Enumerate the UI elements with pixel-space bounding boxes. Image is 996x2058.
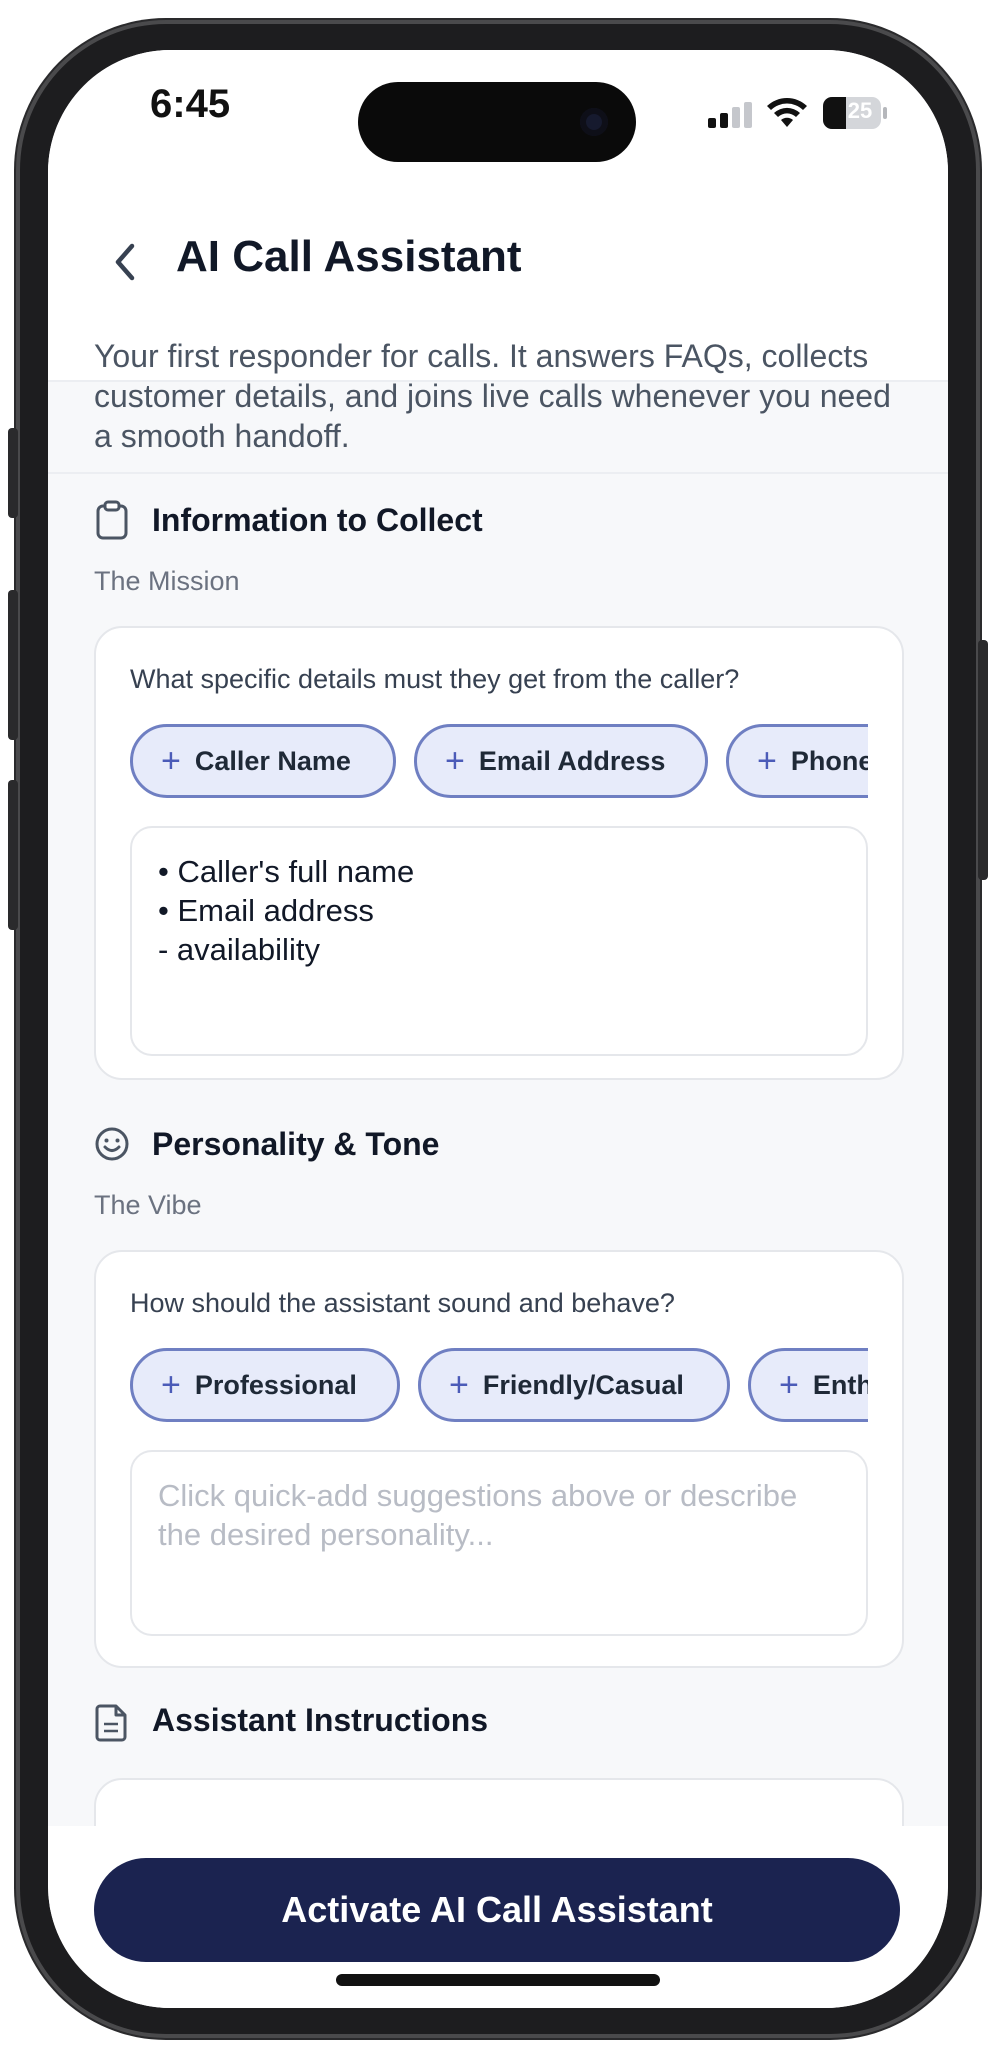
- bottom-action-bar: Activate AI Call Assistant: [48, 1826, 948, 2008]
- smiley-icon: [95, 1127, 129, 1161]
- chip-label: Professional: [194, 1369, 357, 1400]
- plus-icon: +: [449, 1365, 469, 1404]
- status-time: 6:45: [150, 82, 231, 126]
- info-suggestion-chips[interactable]: + Caller Name + Email Address + Phone: [130, 722, 868, 804]
- personality-section-subtitle: The Vibe: [94, 1190, 202, 1220]
- personality-prompt: How should the assistant sound and behav…: [130, 1288, 675, 1318]
- intro-description: Your first responder for calls. It answe…: [94, 338, 891, 454]
- home-indicator: [336, 1974, 660, 1986]
- chip-enthusiastic[interactable]: + Enthusiastic: [748, 1348, 868, 1422]
- chip-phone[interactable]: + Phone: [726, 724, 868, 798]
- camera-icon: [580, 108, 608, 136]
- page-title: AI Call Assistant: [176, 232, 522, 281]
- chip-label: Email Address: [478, 745, 666, 776]
- info-section-subtitle: The Mission: [94, 566, 240, 596]
- plus-icon: +: [161, 741, 181, 780]
- plus-icon: +: [161, 1365, 181, 1404]
- chip-label: Caller Name: [194, 745, 351, 776]
- power-button: [978, 640, 988, 880]
- chip-friendly-casual[interactable]: + Friendly/Casual: [418, 1348, 730, 1422]
- activate-assistant-button[interactable]: Activate AI Call Assistant: [94, 1858, 900, 1962]
- plus-icon: +: [757, 741, 777, 780]
- battery-level: 25: [847, 98, 873, 123]
- chip-email-address[interactable]: + Email Address: [414, 724, 708, 798]
- cellular-signal-icon: [708, 102, 752, 128]
- personality-suggestion-chips[interactable]: + Professional + Friendly/Casual + Enthusia…: [130, 1346, 868, 1428]
- info-card: What specific details must they get from…: [94, 626, 904, 1080]
- wifi-icon: [767, 98, 807, 127]
- screen: 6:45 25 AI Call Assistant Your first res…: [48, 50, 948, 2008]
- status-bar: 6:45 25: [48, 50, 948, 210]
- chip-caller-name[interactable]: + Caller Name: [130, 724, 396, 798]
- personality-card: How should the assistant sound and behav…: [94, 1250, 904, 1668]
- info-section-title: Information to Collect: [152, 502, 483, 538]
- chip-label: Friendly/Casual: [482, 1369, 684, 1400]
- chip-label: Phone: [790, 745, 868, 776]
- dynamic-island: [358, 82, 636, 162]
- volume-up-button: [8, 590, 18, 740]
- clipboard-icon: [96, 500, 128, 540]
- info-details-textarea[interactable]: • Caller's full name • Email address - a…: [130, 826, 868, 1056]
- chip-label: Enthusiastic: [812, 1369, 868, 1400]
- action-button: [8, 428, 18, 518]
- intro-section: Your first responder for calls. It answe…: [48, 312, 948, 474]
- instructions-section-title: Assistant Instructions: [152, 1702, 489, 1738]
- personality-section-title: Personality & Tone: [152, 1126, 440, 1162]
- personality-textarea[interactable]: Click quick-add suggestions above or des…: [130, 1450, 868, 1636]
- plus-icon: +: [445, 741, 465, 780]
- chip-professional[interactable]: + Professional: [130, 1348, 400, 1422]
- plus-icon: +: [779, 1365, 799, 1404]
- back-chevron-icon[interactable]: [98, 234, 154, 290]
- document-icon: [95, 1704, 127, 1742]
- info-prompt: What specific details must they get from…: [130, 664, 740, 694]
- volume-down-button: [8, 780, 18, 930]
